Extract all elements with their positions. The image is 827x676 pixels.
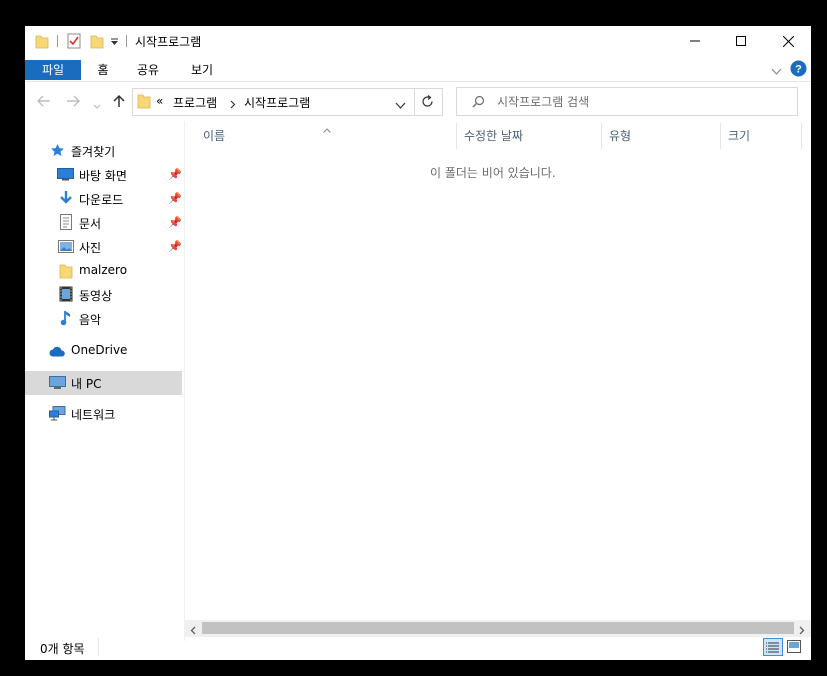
breadcrumb-item[interactable]: 프로그램 [173, 94, 217, 111]
music-icon [60, 310, 72, 329]
search-icon [472, 95, 485, 111]
column-separator[interactable] [456, 123, 457, 149]
folder-icon [59, 263, 73, 282]
search-box[interactable]: 시작프로그램 검색 [456, 87, 798, 116]
breadcrumb-item[interactable]: 시작프로그램 [244, 94, 310, 111]
status-divider [98, 638, 99, 656]
ribbon-divider [25, 81, 811, 82]
column-header-type[interactable]: 유형 [609, 127, 631, 144]
scrollbar-thumb[interactable] [202, 622, 794, 634]
navigation-pane: 즐겨찾기 바탕 화면 📌 다운로드 📌 문서 📌 사진 📌 malzero 동영… [25, 121, 182, 621]
forward-button[interactable] [66, 95, 80, 110]
address-bar[interactable]: « 프로그램 시작프로그램 [132, 88, 415, 116]
video-icon [59, 286, 73, 305]
refresh-button[interactable] [413, 88, 443, 116]
chevron-down-icon[interactable] [395, 99, 406, 113]
close-button[interactable] [765, 26, 811, 56]
folder-icon [137, 93, 151, 112]
sidebar-item-pictures[interactable]: 사진 📌 [25, 235, 182, 259]
sidebar-item-label: OneDrive [71, 343, 128, 357]
column-separator[interactable] [801, 123, 802, 149]
sidebar-item-label: 사진 [79, 241, 102, 255]
cloud-icon [49, 346, 66, 360]
sort-ascending-icon [323, 122, 331, 136]
sidebar-item-quick-access[interactable]: 즐겨찾기 [25, 139, 182, 163]
document-icon [60, 214, 72, 233]
scroll-left-icon[interactable] [190, 624, 196, 638]
sidebar-item-network[interactable]: 네트워크 [25, 402, 182, 426]
sidebar-item-label: 내 PC [71, 377, 102, 391]
sidebar-item-downloads[interactable]: 다운로드 📌 [25, 187, 182, 211]
separator [57, 35, 58, 47]
desktop-icon [57, 168, 74, 184]
pane-divider [184, 121, 185, 641]
sidebar-item-desktop[interactable]: 바탕 화면 📌 [25, 163, 182, 187]
computer-icon [49, 376, 66, 393]
chevron-right-icon[interactable] [230, 98, 236, 112]
pin-icon[interactable]: 📌 [168, 216, 182, 229]
window-title: 시작프로그램 [135, 35, 202, 49]
back-button[interactable] [37, 95, 51, 110]
large-icons-view-icon[interactable] [787, 640, 801, 656]
column-header-size[interactable]: 크기 [728, 127, 750, 144]
expand-ribbon-icon[interactable] [771, 65, 782, 79]
download-icon [59, 190, 73, 209]
file-explorer-window: 시작프로그램 파일 홈 공유 보기 ? « 프로그램 시작프로그램 시작프로그램… [25, 26, 811, 660]
sidebar-item-label: 네트워크 [71, 408, 116, 422]
title-bar: 시작프로그램 [25, 26, 811, 57]
column-header-date-modified[interactable]: 수정한 날짜 [464, 127, 523, 144]
scroll-right-icon[interactable] [799, 624, 805, 638]
sidebar-item-documents[interactable]: 문서 📌 [25, 211, 182, 235]
tab-view[interactable]: 보기 [185, 60, 219, 80]
empty-folder-message: 이 폴더는 비어 있습니다. [430, 166, 556, 180]
minimize-button[interactable] [672, 26, 718, 56]
details-view-icon[interactable] [763, 638, 783, 656]
tab-share[interactable]: 공유 [131, 60, 165, 80]
sidebar-item-label: 문서 [79, 217, 102, 231]
up-button[interactable] [113, 94, 125, 111]
recent-locations-icon[interactable] [93, 99, 101, 113]
pin-icon[interactable]: 📌 [168, 240, 182, 253]
tab-home[interactable]: 홈 [87, 60, 119, 80]
sidebar-item-label: 음악 [79, 313, 102, 327]
customize-toolbar-icon[interactable] [110, 35, 119, 50]
sidebar-item-videos[interactable]: 동영상 [25, 283, 182, 307]
item-count-status: 0개 항목 [40, 642, 85, 656]
sidebar-item-malzero[interactable]: malzero [25, 259, 182, 283]
svg-text:?: ? [795, 64, 802, 76]
pin-icon[interactable]: 📌 [168, 168, 182, 181]
overflow-crumb[interactable]: « [156, 94, 163, 108]
column-separator[interactable] [601, 123, 602, 149]
separator [126, 35, 127, 47]
refresh-icon [421, 95, 434, 111]
sidebar-item-onedrive[interactable]: OneDrive [25, 339, 182, 363]
sidebar-item-this-pc[interactable]: 내 PC [25, 371, 182, 395]
sidebar-item-label: malzero [79, 263, 128, 277]
sidebar-item-music[interactable]: 음악 [25, 307, 182, 331]
sidebar-item-label: 동영상 [79, 289, 113, 303]
sidebar-item-label: 바탕 화면 [79, 169, 127, 183]
horizontal-scrollbar[interactable] [185, 620, 811, 637]
pin-icon[interactable]: 📌 [168, 192, 182, 205]
network-icon [49, 406, 66, 424]
tab-file[interactable]: 파일 [25, 60, 81, 80]
new-folder-icon[interactable] [90, 34, 104, 52]
picture-icon [58, 240, 74, 256]
properties-icon[interactable] [67, 33, 81, 52]
star-icon [50, 143, 65, 161]
sidebar-item-label: 즐겨찾기 [71, 145, 116, 159]
help-icon[interactable]: ? [790, 60, 807, 80]
sidebar-item-label: 다운로드 [79, 193, 124, 207]
maximize-button[interactable] [718, 26, 764, 56]
search-input[interactable]: 시작프로그램 검색 [497, 93, 589, 110]
column-separator[interactable] [720, 123, 721, 149]
column-header-name[interactable]: 이름 [203, 127, 225, 144]
folder-icon [35, 34, 49, 52]
